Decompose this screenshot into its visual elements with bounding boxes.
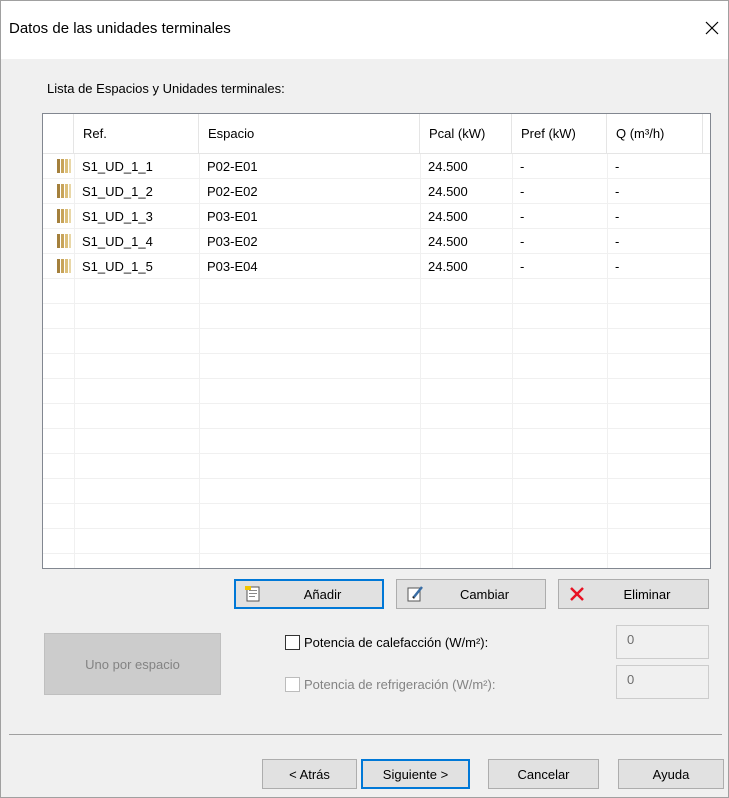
edit-pencil-icon (407, 586, 423, 602)
title-bar: Datos de las unidades terminales (1, 1, 728, 59)
heating-checkbox[interactable] (285, 635, 300, 650)
units-list[interactable]: Ref. Espacio Pcal (kW) Pref (kW) Q (m³/h… (42, 113, 711, 569)
table-cell: 24.500 (428, 209, 468, 224)
table-cell: P02-E02 (207, 184, 258, 199)
table-row[interactable]: S1_UD_1_4 P03-E02 24.500 - - (43, 229, 710, 254)
empty-row (43, 504, 710, 529)
back-button[interactable]: < Atrás (262, 759, 357, 789)
table-row[interactable]: S1_UD_1_2 P02-E02 24.500 - - (43, 179, 710, 204)
table-cell: - (520, 259, 525, 274)
list-label: Lista de Espacios y Unidades terminales: (47, 81, 285, 96)
empty-row (43, 479, 710, 504)
table-cell: S1_UD_1_5 (82, 259, 153, 274)
empty-row (43, 404, 710, 429)
table-row[interactable]: S1_UD_1_5 P03-E04 24.500 - - (43, 254, 710, 279)
terminal-unit-icon (57, 209, 71, 223)
add-button[interactable]: Añadir (234, 579, 384, 609)
header-pcal[interactable]: Pcal (kW) (420, 114, 512, 154)
change-button[interactable]: Cambiar (396, 579, 546, 609)
table-cell: - (520, 184, 525, 199)
heating-input[interactable]: 0 (616, 625, 709, 659)
empty-row (43, 554, 710, 568)
cooling-label: Potencia de refrigeración (W/m²): (304, 677, 496, 692)
table-cell: 24.500 (428, 159, 468, 174)
empty-row (43, 379, 710, 404)
footer-separator (9, 734, 722, 735)
header-ref[interactable]: Ref. (74, 114, 199, 154)
per-space-button[interactable]: Uno por espacio (44, 633, 221, 695)
table-cell: S1_UD_1_3 (82, 209, 153, 224)
table-cell: - (520, 234, 525, 249)
table-cell: - (615, 234, 620, 249)
help-button[interactable]: Ayuda (618, 759, 724, 789)
delete-button[interactable]: Eliminar (558, 579, 709, 609)
table-cell: P03-E01 (207, 209, 258, 224)
add-button-label: Añadir (303, 586, 342, 602)
empty-row (43, 354, 710, 379)
table-cell: S1_UD_1_4 (82, 234, 153, 249)
empty-row (43, 429, 710, 454)
terminal-unit-icon (57, 259, 71, 273)
table-cell: S1_UD_1_2 (82, 184, 153, 199)
empty-row (43, 529, 710, 554)
table-cell: P03-E02 (207, 234, 258, 249)
cooling-checkbox[interactable] (285, 677, 300, 692)
close-icon (705, 21, 719, 35)
list-header: Ref. Espacio Pcal (kW) Pref (kW) Q (m³/h… (43, 114, 710, 154)
heating-label: Potencia de calefacción (W/m²): (304, 635, 489, 650)
table-cell: S1_UD_1_1 (82, 159, 153, 174)
delete-button-label: Eliminar (623, 586, 671, 602)
delete-x-icon (570, 587, 584, 601)
table-cell: 24.500 (428, 234, 468, 249)
empty-row (43, 304, 710, 329)
table-cell: - (615, 159, 620, 174)
add-document-icon (245, 586, 260, 602)
table-cell: - (615, 209, 620, 224)
empty-row (43, 329, 710, 354)
terminal-unit-icon (57, 184, 71, 198)
table-cell: 24.500 (428, 184, 468, 199)
header-espacio[interactable]: Espacio (199, 114, 420, 154)
header-pref[interactable]: Pref (kW) (512, 114, 607, 154)
heating-power-option[interactable]: Potencia de calefacción (W/m²): (285, 635, 488, 650)
window-title: Datos de las unidades terminales (9, 20, 231, 37)
cooling-input[interactable]: 0 (616, 665, 709, 699)
table-cell: P03-E04 (207, 259, 258, 274)
table-row[interactable]: S1_UD_1_1 P02-E01 24.500 - - (43, 154, 710, 179)
change-button-label: Cambiar (459, 586, 510, 602)
cooling-power-option[interactable]: Potencia de refrigeración (W/m²): (285, 677, 495, 692)
cancel-button[interactable]: Cancelar (488, 759, 599, 789)
close-button[interactable] (696, 13, 728, 43)
header-q[interactable]: Q (m³/h) (607, 114, 703, 154)
empty-row (43, 454, 710, 479)
terminal-unit-icon (57, 234, 71, 248)
table-cell: - (615, 259, 620, 274)
dialog: Datos de las unidades terminales Lista d… (0, 0, 729, 798)
terminal-unit-icon (57, 159, 71, 173)
table-cell: - (615, 184, 620, 199)
next-button[interactable]: Siguiente > (361, 759, 470, 789)
table-row[interactable]: S1_UD_1_3 P03-E01 24.500 - - (43, 204, 710, 229)
table-cell: - (520, 159, 525, 174)
table-cell: - (520, 209, 525, 224)
table-cell: 24.500 (428, 259, 468, 274)
empty-row (43, 279, 710, 304)
header-icon-column (43, 114, 74, 154)
table-cell: P02-E01 (207, 159, 258, 174)
